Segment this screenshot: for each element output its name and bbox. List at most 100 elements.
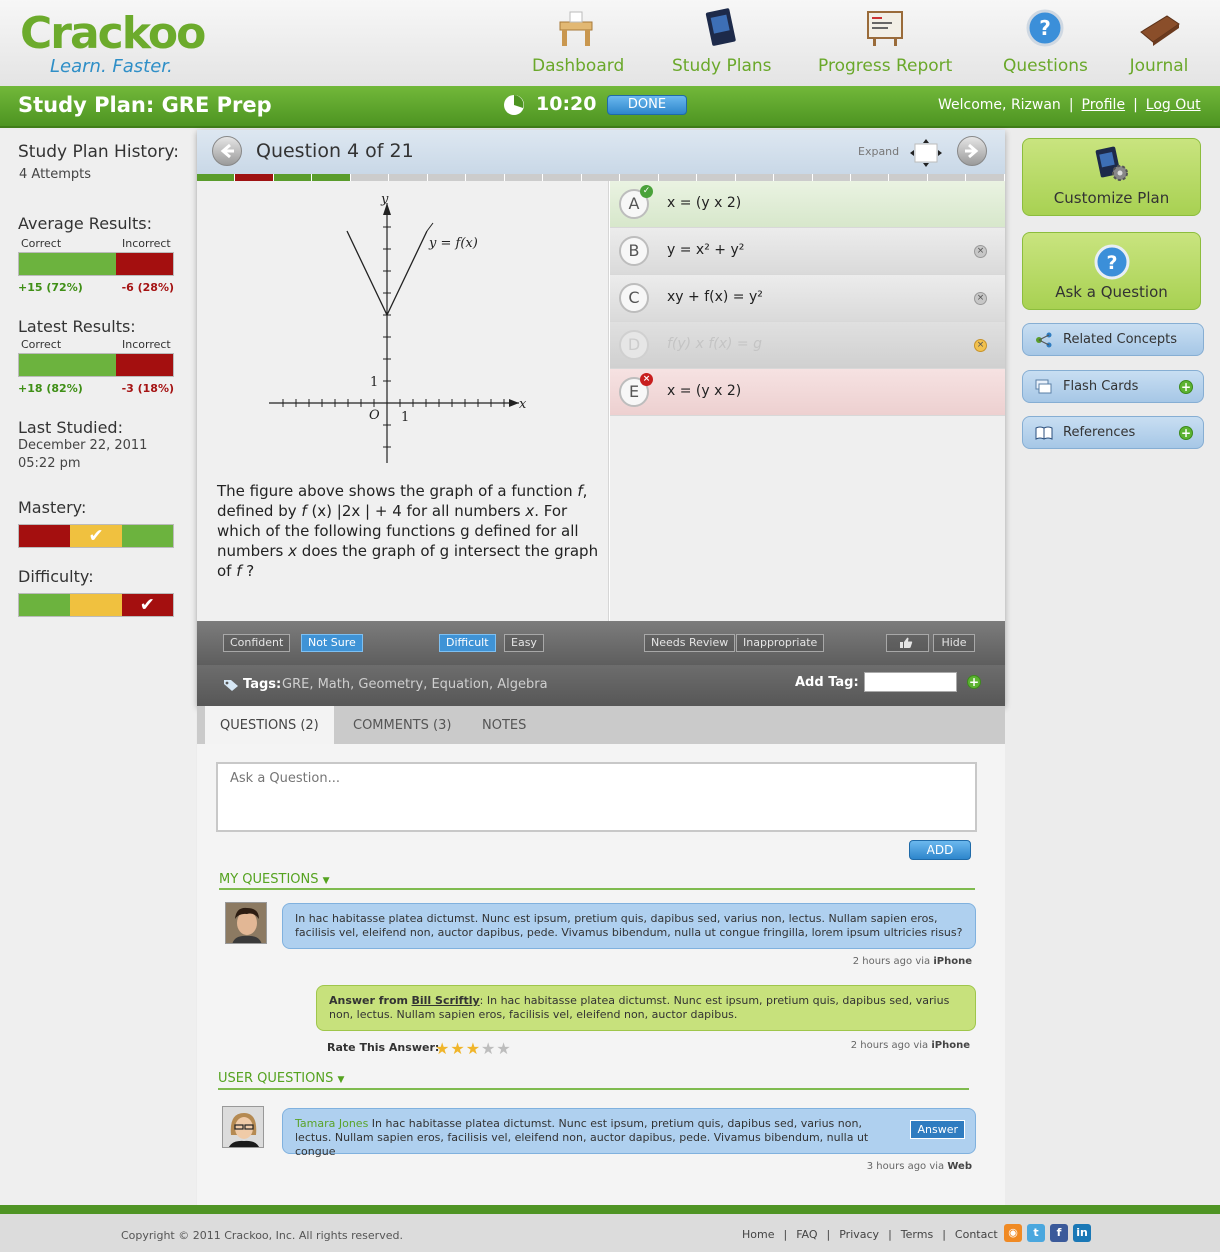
footer-link-contact[interactable]: Contact xyxy=(955,1228,998,1241)
difficulty-level-2[interactable] xyxy=(70,594,122,616)
mastery-level-1[interactable] xyxy=(19,525,71,547)
flash-cards-button[interactable]: Flash Cards + xyxy=(1022,370,1204,403)
answer-choice-e[interactable]: E × x = (y x 2) xyxy=(610,369,1005,416)
rss-icon[interactable]: ◉ xyxy=(1004,1224,1022,1242)
confident-button[interactable]: Confident xyxy=(223,634,291,652)
progress-segment-5[interactable] xyxy=(350,174,390,181)
star-icon[interactable]: ★ xyxy=(450,1039,465,1058)
ask-question-button[interactable]: ? Ask a Question xyxy=(1022,232,1201,310)
add-plus-icon[interactable]: + xyxy=(1179,426,1193,440)
crackoo-logo[interactable]: Crackoo Learn. Faster. xyxy=(20,6,206,80)
question-text: The figure above shows the graph of a fu… xyxy=(217,481,602,581)
star-icon[interactable]: ★ xyxy=(481,1039,496,1058)
customize-plan-button[interactable]: Customize Plan xyxy=(1022,138,1201,216)
difficulty-level-1[interactable] xyxy=(19,594,71,616)
mastery-level-2[interactable]: ✔ xyxy=(70,525,122,547)
mastery-level-3[interactable] xyxy=(121,525,173,547)
progress-segment-13[interactable] xyxy=(658,174,698,181)
add-question-button[interactable]: ADD xyxy=(909,840,971,860)
inappropriate-button[interactable]: Inappropriate xyxy=(736,634,825,652)
like-button[interactable] xyxy=(886,634,929,652)
nav-journal[interactable]: Journal xyxy=(1126,8,1192,80)
ask-question-input[interactable] xyxy=(216,762,977,832)
restore-icon[interactable]: × xyxy=(974,339,987,352)
star-icon[interactable]: ★ xyxy=(435,1039,450,1058)
footer-link-home[interactable]: Home xyxy=(742,1228,774,1241)
nav-dashboard[interactable]: Dashboard xyxy=(532,8,624,80)
footer-link-privacy[interactable]: Privacy xyxy=(839,1228,879,1241)
avatar[interactable] xyxy=(222,1106,264,1148)
nav-progress-report[interactable]: Progress Report xyxy=(818,8,952,80)
progress-segment-19[interactable] xyxy=(889,174,928,181)
progress-segment-1[interactable] xyxy=(197,174,236,181)
next-question-button[interactable] xyxy=(957,136,987,166)
tags-list[interactable]: GRE, Math, Geometry, Equation, Algebra xyxy=(282,677,548,692)
not-sure-button[interactable]: Not Sure xyxy=(301,634,363,652)
progress-segment-14[interactable] xyxy=(697,174,736,181)
progress-segment-4[interactable] xyxy=(312,174,351,181)
avatar[interactable] xyxy=(225,902,267,944)
star-icon[interactable]: ★ xyxy=(466,1039,481,1058)
tab-notes[interactable]: NOTES xyxy=(467,706,541,744)
answer-button[interactable]: Answer xyxy=(910,1120,965,1139)
user-question-meta: 3 hours ago via Web xyxy=(867,1161,972,1172)
add-tag-plus-icon[interactable]: + xyxy=(967,675,981,689)
user-questions-header[interactable]: USER QUESTIONS ▼ xyxy=(218,1071,344,1086)
progress-segment-16[interactable] xyxy=(774,174,813,181)
progress-segment-2[interactable] xyxy=(235,174,274,181)
difficulty-scale[interactable]: ✔ xyxy=(18,593,174,617)
progress-segment-9[interactable] xyxy=(504,174,544,181)
mastery-scale[interactable]: ✔ xyxy=(18,524,174,548)
hide-button[interactable]: Hide xyxy=(933,634,975,652)
add-plus-icon[interactable]: + xyxy=(1179,380,1193,394)
progress-segment-21[interactable] xyxy=(966,174,1005,181)
references-button[interactable]: References + xyxy=(1022,416,1204,449)
footer-link-faq[interactable]: FAQ xyxy=(796,1228,817,1241)
progress-segment-6[interactable] xyxy=(389,174,428,181)
twitter-icon[interactable]: t xyxy=(1027,1224,1045,1242)
progress-segment-12[interactable] xyxy=(620,174,659,181)
user-name-link[interactable]: Tamara Jones xyxy=(295,1117,368,1130)
expand-label[interactable]: Expand xyxy=(858,145,899,158)
answer-author-link[interactable]: Bill Scriftly xyxy=(412,994,480,1007)
previous-question-button[interactable] xyxy=(212,136,242,166)
eliminate-icon[interactable]: × xyxy=(974,245,987,258)
progress-segment-15[interactable] xyxy=(735,174,775,181)
progress-segment-18[interactable] xyxy=(850,174,890,181)
linkedin-icon[interactable]: in xyxy=(1073,1224,1091,1242)
divider xyxy=(218,1088,969,1090)
progress-segment-8[interactable] xyxy=(466,174,505,181)
answer-choice-b[interactable]: B y = x² + y² × xyxy=(610,228,1005,275)
add-tag-input[interactable] xyxy=(864,672,957,692)
done-button[interactable]: DONE xyxy=(607,95,687,115)
related-concepts-button[interactable]: Related Concepts xyxy=(1022,323,1204,356)
tab-comments[interactable]: COMMENTS (3) xyxy=(338,706,466,744)
progress-segment-7[interactable] xyxy=(427,174,467,181)
answer-choice-c[interactable]: C xy + f(x) = y² × xyxy=(610,275,1005,322)
progress-segment-10[interactable] xyxy=(543,174,582,181)
average-correct-label: Correct xyxy=(21,237,62,250)
expand-icon[interactable] xyxy=(909,138,943,168)
logout-link[interactable]: Log Out xyxy=(1146,97,1201,113)
progress-segment-3[interactable] xyxy=(273,174,313,181)
profile-link[interactable]: Profile xyxy=(1082,97,1126,113)
needs-review-button[interactable]: Needs Review xyxy=(644,634,736,652)
nav-study-plans[interactable]: Study Plans xyxy=(672,8,772,80)
rating-stars[interactable]: ★★★★★ xyxy=(435,1039,512,1058)
app-header: Crackoo Learn. Faster. Dashboard Study P… xyxy=(0,0,1220,86)
progress-segment-20[interactable] xyxy=(927,174,967,181)
difficult-button[interactable]: Difficult xyxy=(439,634,496,652)
tab-questions[interactable]: QUESTIONS (2) xyxy=(205,706,334,744)
my-questions-header[interactable]: MY QUESTIONS ▼ xyxy=(219,872,330,887)
answer-choice-d[interactable]: D f(y) x f(x) = g × xyxy=(610,322,1005,369)
star-icon[interactable]: ★ xyxy=(496,1039,511,1058)
easy-button[interactable]: Easy xyxy=(504,634,544,652)
facebook-icon[interactable]: f xyxy=(1050,1224,1068,1242)
eliminate-icon[interactable]: × xyxy=(974,292,987,305)
answer-choice-a[interactable]: A ✓ x = (y x 2) xyxy=(610,181,1005,228)
nav-questions[interactable]: ? Questions xyxy=(1003,8,1088,80)
difficulty-level-3[interactable]: ✔ xyxy=(121,594,173,616)
progress-segment-17[interactable] xyxy=(812,174,851,181)
footer-link-terms[interactable]: Terms xyxy=(901,1228,933,1241)
progress-segment-11[interactable] xyxy=(581,174,621,181)
